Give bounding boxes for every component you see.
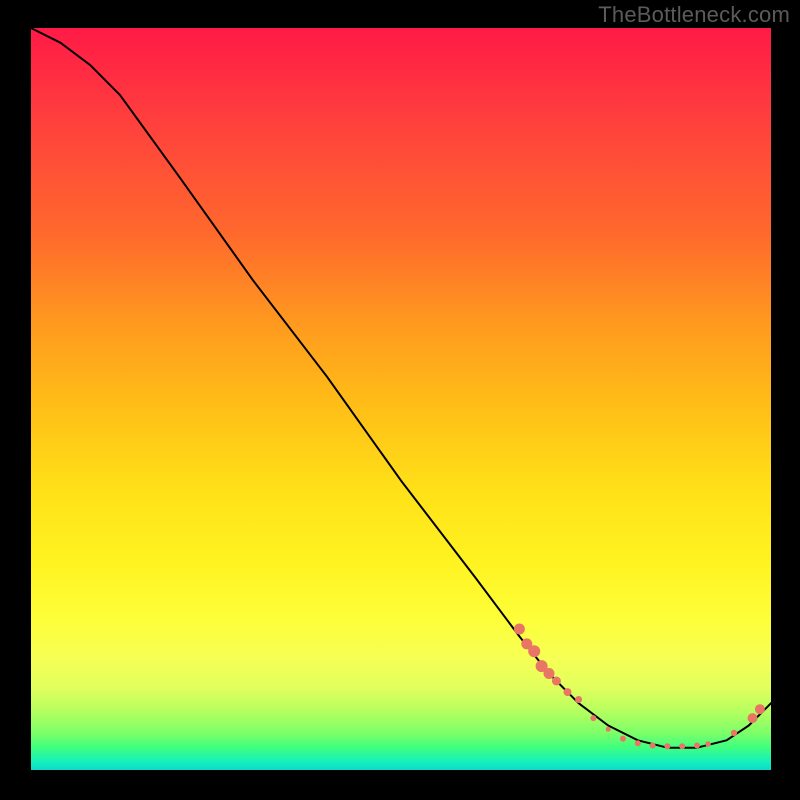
cluster-descent-c [528, 645, 540, 657]
cluster-descent-g [564, 688, 572, 696]
valley-floor-4 [664, 743, 670, 749]
chart-svg [31, 28, 771, 770]
marker-layer [514, 624, 765, 750]
valley-floor-7 [705, 741, 711, 747]
cluster-descent-h [575, 696, 582, 703]
bottleneck-curve [31, 28, 771, 748]
cluster-descent-a [514, 624, 525, 635]
valley-floor-3 [650, 743, 656, 749]
valley-floor-6 [694, 743, 700, 749]
valley-a [590, 715, 596, 721]
rise-b [748, 713, 758, 723]
cluster-descent-e [544, 668, 555, 679]
cluster-descent-f [552, 677, 561, 686]
valley-floor-2 [635, 740, 641, 746]
rise-c [755, 704, 765, 714]
chart-frame: TheBottleneck.com [0, 0, 800, 800]
valley-floor-5 [679, 743, 685, 749]
valley-b [606, 727, 611, 732]
valley-floor-1 [620, 736, 626, 742]
watermark-text: TheBottleneck.com [598, 2, 790, 28]
rise-a [731, 730, 737, 736]
plot-area [31, 28, 771, 770]
